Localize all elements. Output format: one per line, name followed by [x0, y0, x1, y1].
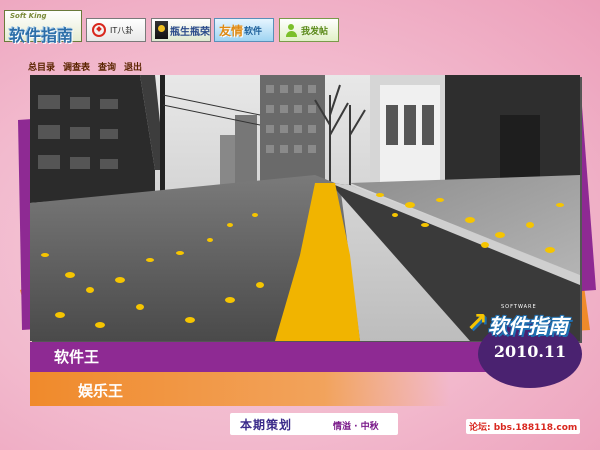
magazine-logo-text: 软件指南	[488, 314, 568, 338]
plan-label: 本期策划	[240, 418, 293, 432]
swoosh-icon: ↗	[466, 308, 488, 338]
cover-photo	[30, 75, 580, 341]
magazine-logo: ↗ SOFTWARE 软件指南	[466, 304, 586, 338]
forum-link[interactable]: 论坛: bbs.188118.com	[466, 419, 581, 434]
section-entertainment-king[interactable]: 娱乐王	[30, 372, 450, 406]
section-label: 软件王	[54, 348, 100, 366]
section-label: 娱乐王	[78, 382, 124, 400]
issue-number: 2010.11	[493, 342, 567, 361]
plan-topic[interactable]: 情溢 · 中秋	[333, 419, 379, 432]
section-software-king[interactable]: 软件王	[30, 342, 490, 372]
